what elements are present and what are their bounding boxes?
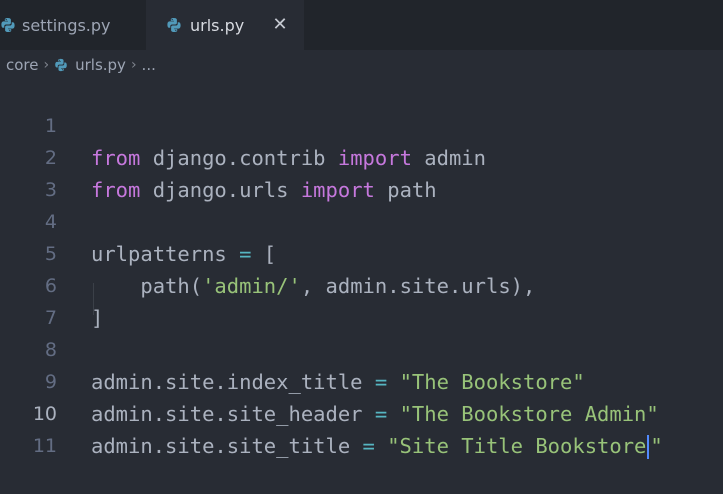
tab-label: settings.py	[22, 15, 111, 35]
tab-urls-py[interactable]: urls.py ✕	[146, 0, 304, 50]
line-number: 11	[32, 435, 57, 457]
code-line[interactable]: 4 urlpatterns = [	[0, 174, 723, 266]
breadcrumb-file[interactable]: urls.py	[54, 56, 126, 74]
close-icon[interactable]: ✕	[270, 14, 290, 35]
code-line[interactable]: 7	[0, 270, 723, 329]
text-cursor	[647, 435, 650, 459]
code-line[interactable]: 3	[0, 142, 723, 201]
tab-settings-py[interactable]: settings.py	[0, 0, 142, 50]
code-line[interactable]: 8 admin.site.index_title = "The Bookstor…	[0, 302, 723, 394]
tab-bar: settings.py urls.py ✕	[0, 0, 723, 50]
breadcrumb-more[interactable]: ...	[142, 56, 156, 74]
chevron-right-icon: ›	[130, 57, 137, 73]
breadcrumb-file-label: urls.py	[75, 56, 126, 74]
tab-label: urls.py	[190, 15, 245, 35]
code-editor[interactable]: 1 from django.contrib import admin 2 fro…	[0, 78, 723, 459]
code-line[interactable]: 11	[0, 398, 723, 457]
python-icon	[167, 18, 181, 32]
python-icon	[1, 18, 15, 32]
code-line-current[interactable]: 10 admin.site.site_title = "Site Title B…	[0, 366, 723, 459]
code-line[interactable]: 1 from django.contrib import admin	[0, 78, 723, 170]
code-line[interactable]: 2 from django.urls import path	[0, 110, 723, 202]
code-text: admin.site.site_title = "Site Title Book…	[91, 434, 663, 459]
code-line[interactable]: 5 path('admin/', admin.site.urls),	[0, 206, 723, 298]
chevron-right-icon: ›	[43, 57, 50, 73]
code-line[interactable]: 6 ]	[0, 238, 723, 330]
breadcrumb: core › urls.py › ...	[0, 50, 723, 80]
python-icon	[55, 58, 67, 72]
breadcrumb-folder[interactable]: core	[6, 56, 39, 74]
code-line[interactable]: 9 admin.site.site_header = "The Bookstor…	[0, 334, 723, 426]
